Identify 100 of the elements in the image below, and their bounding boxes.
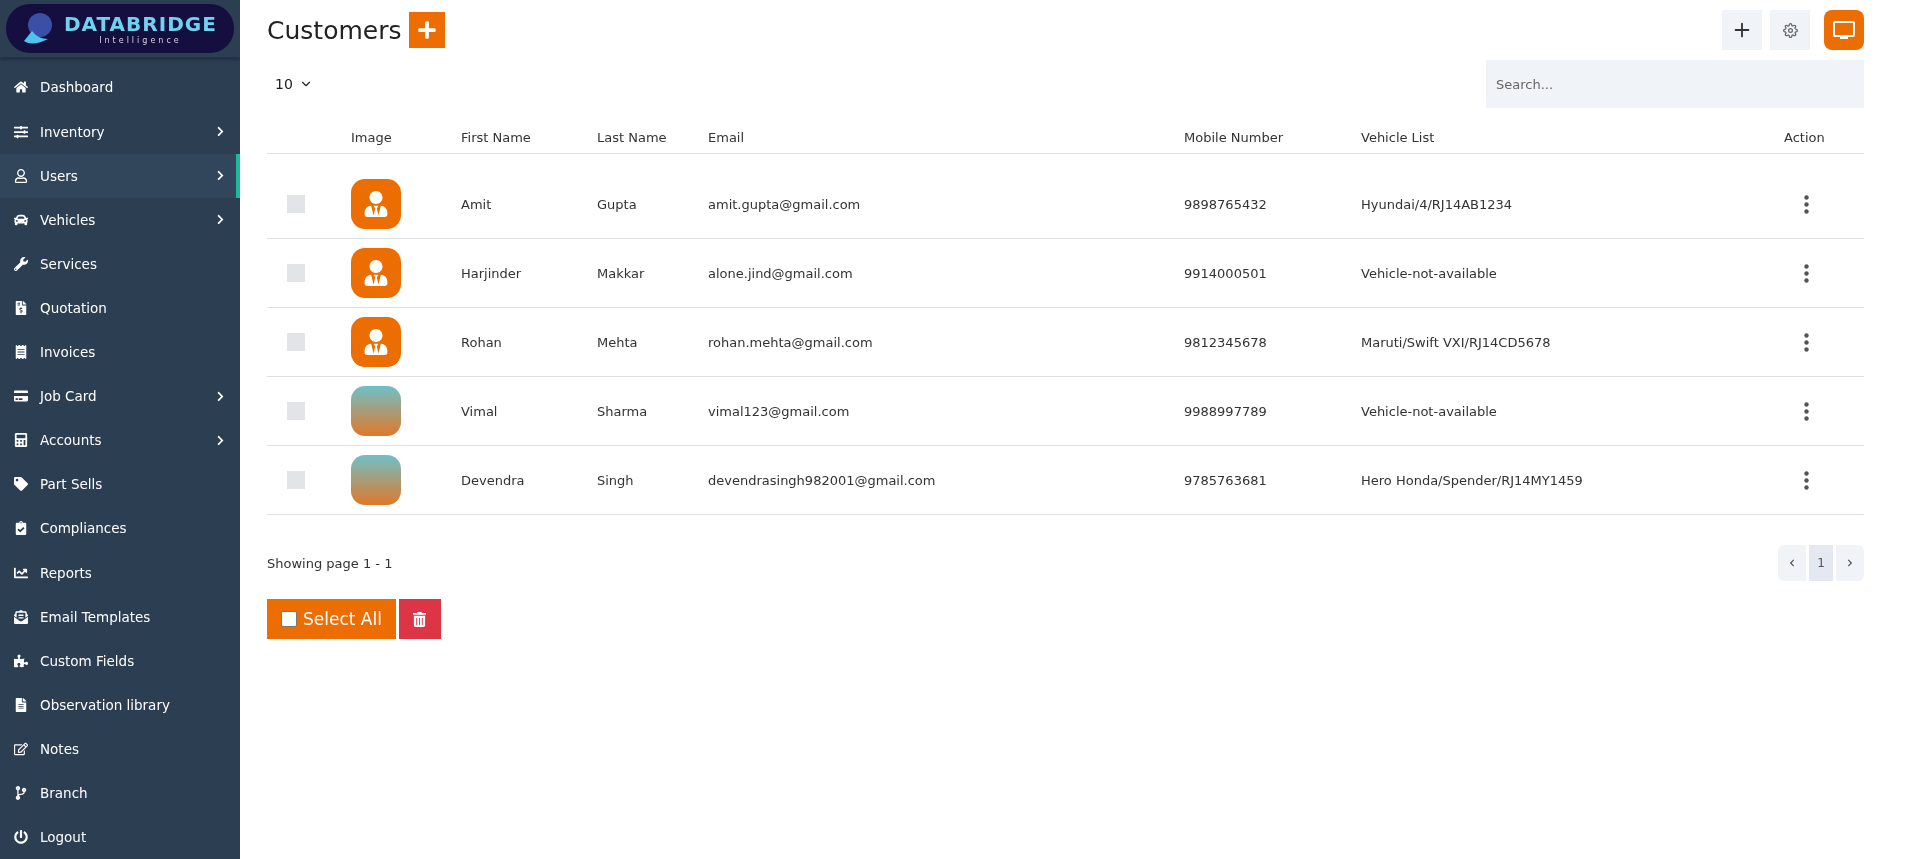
add-customer-button[interactable]: [409, 12, 446, 48]
table-cell: Hyundai/4/RJ14AB1234: [1361, 170, 1784, 239]
home-icon: [14, 80, 28, 95]
table-cell: Devendra: [461, 446, 597, 515]
settings-button[interactable]: [1770, 10, 1810, 50]
sliders-icon: [14, 124, 28, 139]
sidebar-item[interactable]: Custom Fields: [0, 638, 240, 683]
table-cell: alone.jind@gmail.com: [708, 239, 1184, 308]
row-checkbox[interactable]: [287, 195, 305, 213]
chart-icon: [14, 565, 28, 580]
table-cell: Mehta: [597, 308, 708, 377]
delete-button[interactable]: [398, 599, 441, 639]
column-header: Email: [708, 116, 1184, 154]
column-header: Image: [351, 116, 461, 154]
sidebar-item[interactable]: Observation library: [0, 682, 240, 727]
page-button[interactable]: 1: [1809, 545, 1833, 581]
power-icon: [14, 830, 28, 845]
table-cell: Amit: [461, 170, 597, 239]
table-cell: Makkar: [597, 239, 708, 308]
table-cell: Maruti/Swift VXI/RJ14CD5678: [1361, 308, 1784, 377]
sidebar-item[interactable]: Quotation: [0, 285, 240, 330]
column-header: First Name: [461, 116, 597, 154]
more-options-button[interactable]: [1804, 332, 1809, 352]
sidebar-item[interactable]: Logout: [0, 815, 240, 859]
table-cell: 9898765432: [1184, 170, 1361, 239]
wrench-icon: [14, 256, 28, 271]
branch-icon: [14, 786, 28, 800]
search-field[interactable]: Search...: [1486, 60, 1864, 108]
invoice-icon: [14, 300, 28, 315]
sidebar-item[interactable]: Accounts: [0, 418, 240, 463]
calculator-icon: [14, 433, 28, 448]
column-header: Mobile Number: [1184, 116, 1361, 154]
table-cell: devendrasingh982001@gmail.com: [708, 446, 1184, 515]
table-cell: Vimal: [461, 377, 597, 446]
settings-icon: [1782, 22, 1798, 38]
table-cell: Singh: [597, 446, 708, 515]
trash-icon: [412, 611, 428, 627]
kebab-menu-icon: [1804, 401, 1809, 421]
more-options-button[interactable]: [1804, 263, 1809, 283]
table-cell: Harjinder: [461, 239, 597, 308]
sidebar-item[interactable]: Vehicles: [0, 197, 240, 242]
table-cell: vimal123@gmail.com: [708, 377, 1184, 446]
page-title: Customers: [267, 15, 402, 45]
user-icon: [14, 168, 28, 183]
column-header: Last Name: [597, 116, 708, 154]
page-size-select[interactable]: 10: [267, 76, 321, 92]
table-cell: amit.gupta@gmail.com: [708, 170, 1184, 239]
logo-name: DATABRIDGE: [64, 12, 217, 37]
sidebar-item[interactable]: Job Card: [0, 374, 240, 419]
row-checkbox[interactable]: [287, 264, 305, 282]
sidebar-item[interactable]: Notes: [0, 726, 240, 771]
table-cell: Rohan: [461, 308, 597, 377]
sidebar-item[interactable]: Services: [0, 241, 240, 286]
more-options-button[interactable]: [1804, 401, 1809, 421]
table-cell: 9812345678: [1184, 308, 1361, 377]
car-icon: [14, 212, 28, 227]
row-checkbox[interactable]: [287, 333, 305, 351]
profile-button[interactable]: [1824, 10, 1864, 50]
plus-icon: [417, 20, 438, 40]
table-cell: 9988997789: [1184, 377, 1361, 446]
column-header: Vehicle List: [1361, 116, 1784, 154]
sidebar-item[interactable]: Reports: [0, 550, 240, 595]
table-cell: 9785763681: [1184, 446, 1361, 515]
tag-icon: [14, 477, 28, 492]
sidebar-item[interactable]: Email Templates: [0, 594, 240, 639]
edit-icon: [14, 741, 28, 756]
kebab-menu-icon: [1804, 194, 1809, 214]
table-cell: 9914000501: [1184, 239, 1361, 308]
sidebar-item[interactable]: Dashboard: [0, 65, 240, 110]
monitor-icon: [1832, 18, 1856, 42]
add-button[interactable]: [1722, 10, 1762, 50]
table-cell: Sharma: [597, 377, 708, 446]
document-icon: [14, 697, 28, 712]
sidebar-item[interactable]: Inventory: [0, 109, 240, 154]
checkbox[interactable]: [281, 611, 297, 627]
more-options-button[interactable]: [1804, 470, 1809, 490]
sidebar-item[interactable]: Compliances: [0, 506, 240, 551]
row-checkbox[interactable]: [287, 471, 305, 489]
column-header: Action: [1784, 116, 1864, 154]
sidebar-item[interactable]: Branch: [0, 770, 240, 816]
card-icon: [14, 389, 28, 404]
logo-tagline: Intelligence: [99, 36, 182, 46]
puzzle-icon: [14, 653, 28, 668]
receipt-icon: [14, 345, 28, 360]
chevron-right-icon: [1846, 559, 1854, 567]
kebab-menu-icon: [1804, 470, 1809, 490]
envelope-icon: [14, 609, 28, 624]
table-cell: rohan.mehta@gmail.com: [708, 308, 1184, 377]
row-checkbox[interactable]: [287, 402, 305, 420]
table-cell: Vehicle-not-available: [1361, 239, 1784, 308]
table-cell: Hero Honda/Spender/RJ14MY1459: [1361, 446, 1784, 515]
sidebar-item[interactable]: Users: [0, 153, 240, 198]
clipboard-icon: [14, 521, 28, 536]
table-cell: Vehicle-not-available: [1361, 377, 1784, 446]
kebab-menu-icon: [1804, 263, 1809, 283]
sidebar-item[interactable]: Part Sells: [0, 462, 240, 507]
more-options-button[interactable]: [1804, 194, 1809, 214]
sidebar-item[interactable]: Invoices: [0, 330, 240, 375]
table-cell: Gupta: [597, 170, 708, 239]
chevron-left-icon: [1788, 559, 1796, 567]
